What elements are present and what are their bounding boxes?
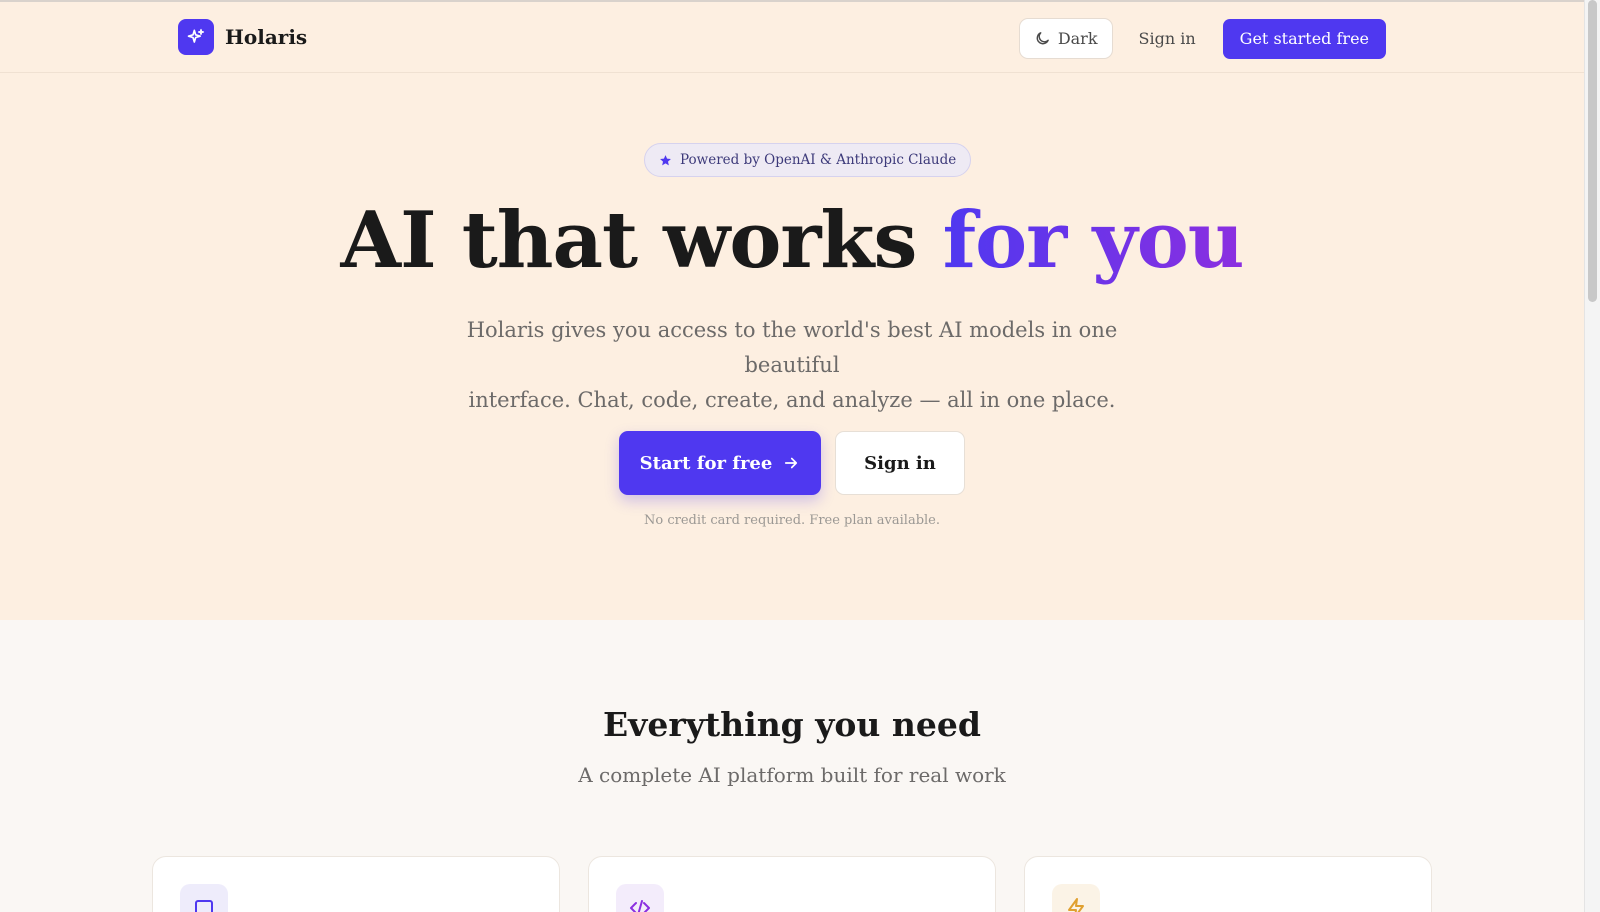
feature-card-speed: [1024, 856, 1432, 912]
site-header: Holaris Dark Sign in Get started free: [0, 0, 1584, 73]
landing-page: Holaris Dark Sign in Get started free Po…: [0, 0, 1584, 912]
star-icon: [659, 154, 672, 167]
feature-card-chat: [152, 856, 560, 912]
powered-by-badge: Powered by OpenAI & Anthropic Claude: [644, 143, 972, 177]
hero-subtitle-line1: Holaris gives you access to the world's …: [466, 318, 1118, 377]
chat-icon: [180, 884, 228, 912]
sparkle-logo-icon: [178, 19, 214, 55]
header-nav: Dark Sign in Get started free: [1018, 18, 1386, 59]
features-subtitle: A complete AI platform built for real wo…: [578, 763, 1006, 787]
arrow-right-icon: [782, 454, 800, 472]
feature-card-code: [588, 856, 996, 912]
hero-cta-group: Start for free Sign in: [0, 431, 1584, 495]
start-for-free-label: Start for free: [639, 452, 773, 474]
hero-note: No credit card required. Free plan avail…: [643, 513, 941, 528]
header-signin-link[interactable]: Sign in: [1139, 29, 1196, 48]
moon-icon: [1034, 30, 1051, 47]
hero-section: Powered by OpenAI & Anthropic Claude AI …: [0, 73, 1584, 620]
badge-text: Powered by OpenAI & Anthropic Claude: [680, 152, 957, 168]
features-title: Everything you need: [603, 705, 981, 744]
hero-subtitle-line2: interface. Chat, code, create, and analy…: [468, 388, 1116, 412]
feature-cards: [152, 856, 1432, 912]
theme-toggle-label: Dark: [1057, 29, 1098, 48]
lightning-icon: [1052, 884, 1100, 912]
hero-signin-button[interactable]: Sign in: [835, 431, 965, 495]
page-scrollbar[interactable]: [1584, 0, 1600, 912]
brand[interactable]: Holaris: [178, 19, 307, 55]
scrollbar-thumb[interactable]: [1588, 0, 1597, 302]
brand-name: Holaris: [225, 25, 308, 49]
hero-title-main: AI that works: [340, 195, 943, 286]
code-icon: [616, 884, 664, 912]
theme-toggle-button[interactable]: Dark: [1018, 18, 1113, 59]
start-for-free-button[interactable]: Start for free: [619, 431, 821, 495]
hero-title-accent: for you: [942, 195, 1245, 286]
hero-title: AI that works for you: [0, 195, 1584, 286]
get-started-button[interactable]: Get started free: [1222, 18, 1386, 59]
hero-subtitle: Holaris gives you access to the world's …: [432, 313, 1152, 418]
